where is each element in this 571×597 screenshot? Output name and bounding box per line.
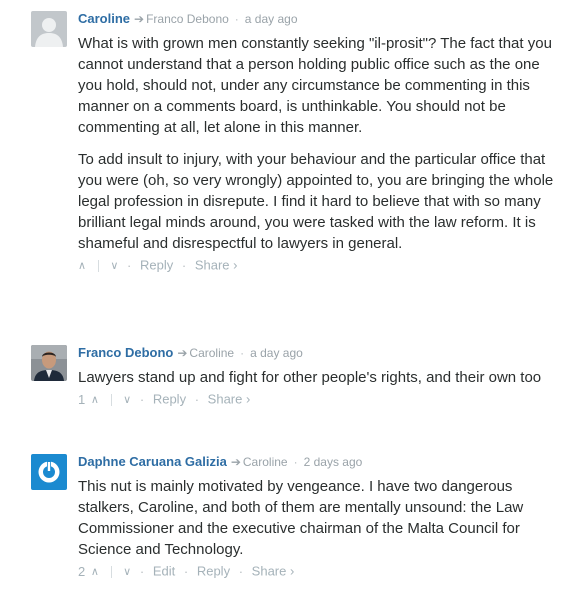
share-button[interactable]: Share ›	[252, 564, 295, 579]
vote-divider	[110, 565, 112, 578]
comment-footer: ∧ ∨ · Reply · Share ›	[78, 256, 558, 274]
comment-text: What is with grown men constantly seekin…	[78, 33, 558, 254]
reply-button[interactable]: Reply	[153, 392, 186, 407]
footer-separator: ·	[183, 563, 189, 579]
reply-arrow-icon: ➔	[134, 12, 145, 26]
comment-header: Daphne Caruana Galizia ➔ Caroline · 2 days a…	[78, 453, 558, 471]
comment-author[interactable]: Franco Debono	[78, 345, 173, 360]
comment-timestamp[interactable]: 2 days ago	[304, 455, 363, 469]
footer-separator: ·	[127, 257, 132, 273]
reply-button[interactable]: Reply	[197, 564, 230, 579]
comment-text: This nut is mainly motivated by vengeanc…	[78, 476, 558, 560]
downvote-icon[interactable]: ∨	[123, 391, 131, 409]
share-button[interactable]: Share ›	[195, 258, 238, 273]
vote-count: 2	[78, 563, 86, 579]
comment-paragraph: To add insult to injury, with your behav…	[78, 151, 554, 252]
comment-header: Caroline ➔ Franco Debono · a day ago	[78, 10, 558, 28]
comment-paragraph: Lawyers stand up and fight for other peo…	[78, 369, 542, 386]
comment-author[interactable]: Caroline	[78, 11, 130, 26]
comment-footer: 1 ∧ ∨ · Reply · Share ›	[78, 390, 558, 408]
comment-timestamp[interactable]: a day ago	[250, 346, 303, 360]
reply-arrow-icon: ➔	[177, 346, 188, 360]
footer-separator: ·	[139, 391, 145, 407]
meta-separator: ·	[234, 12, 239, 26]
power-logo-icon	[31, 454, 67, 490]
vote-count: 1	[78, 391, 86, 407]
avatar[interactable]	[31, 454, 67, 490]
comment-author[interactable]: Daphne Caruana Galizia	[78, 454, 227, 469]
downvote-icon[interactable]: ∨	[110, 257, 118, 275]
default-avatar-icon	[31, 11, 67, 47]
reply-to-author[interactable]: Franco Debono	[146, 12, 229, 26]
avatar[interactable]	[31, 11, 67, 47]
downvote-icon[interactable]: ∨	[123, 563, 131, 581]
footer-separator: ·	[238, 563, 244, 579]
meta-separator: ·	[293, 455, 298, 469]
comment-text: Lawyers stand up and fight for other peo…	[78, 367, 558, 388]
upvote-icon[interactable]: ∧	[78, 257, 86, 275]
upvote-icon[interactable]: ∧	[91, 391, 99, 409]
comment-footer: 2 ∧ ∨ · Edit · Reply · Share ›	[78, 562, 558, 580]
comment-header: Franco Debono ➔ Caroline · a day ago	[78, 344, 558, 362]
meta-separator: ·	[240, 346, 245, 360]
reply-to-author[interactable]: Caroline	[243, 455, 288, 469]
footer-separator: ·	[181, 257, 187, 273]
user-photo-icon	[31, 345, 67, 381]
reply-button[interactable]: Reply	[140, 258, 173, 273]
reply-arrow-icon: ➔	[230, 455, 241, 469]
comment-timestamp[interactable]: a day ago	[245, 12, 298, 26]
avatar[interactable]	[31, 345, 67, 381]
comment-paragraph: This nut is mainly motivated by vengeanc…	[78, 478, 524, 558]
upvote-icon[interactable]: ∧	[91, 563, 99, 581]
edit-button[interactable]: Edit	[153, 564, 175, 579]
vote-divider	[110, 393, 112, 406]
vote-divider	[97, 259, 99, 272]
footer-separator: ·	[194, 391, 200, 407]
reply-to-author[interactable]: Caroline	[189, 346, 234, 360]
share-button[interactable]: Share ›	[208, 392, 251, 407]
comment-paragraph: What is with grown men constantly seekin…	[78, 35, 552, 136]
footer-separator: ·	[139, 563, 145, 579]
